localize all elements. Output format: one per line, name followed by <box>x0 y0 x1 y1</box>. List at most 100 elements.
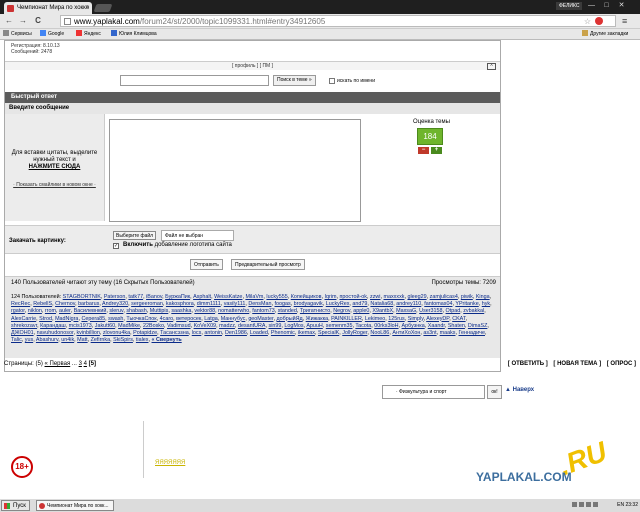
online-user-link[interactable]: madzz <box>219 323 235 329</box>
profile-button[interactable]: ФЕЛИКС <box>556 2 583 10</box>
online-user-link[interactable]: zzwi <box>370 294 380 300</box>
online-user-link[interactable]: Phenomic <box>271 330 295 336</box>
profile-links-text[interactable]: [ профиль ] [ ПМ ] <box>232 63 273 69</box>
bookmark-other[interactable]: Другие закладки <box>582 29 628 40</box>
maximize-icon[interactable]: □ <box>600 1 613 11</box>
online-user-link[interactable]: AlexeyDP <box>426 316 449 322</box>
online-user-link[interactable]: Xaandr <box>428 323 445 329</box>
reload-icon[interactable]: C <box>33 16 43 26</box>
online-user-link[interactable]: User3158 <box>419 308 442 314</box>
online-user-link[interactable]: vektor88 <box>194 308 215 314</box>
online-user-link[interactable]: KoVeX09 <box>194 323 216 329</box>
online-user-link[interactable]: ДЖОН01 <box>11 330 34 336</box>
online-user-link[interactable]: kakosphora <box>166 301 194 307</box>
online-user-link[interactable]: sleruv <box>109 308 123 314</box>
online-user-link[interactable]: Den1986 <box>225 330 247 336</box>
online-user-link[interactable]: Арбузнка <box>402 323 425 329</box>
language-indicator[interactable]: EN <box>617 502 624 508</box>
online-user-link[interactable]: Natalia68 <box>370 301 393 307</box>
tray-icon[interactable] <box>593 502 598 507</box>
first-page-link[interactable]: « Первая <box>45 361 71 367</box>
minimize-icon[interactable]: — <box>585 1 598 11</box>
online-user-link[interactable]: Simply <box>408 316 424 322</box>
online-user-link[interactable]: piwik <box>461 294 473 300</box>
online-user-link[interactable]: standed <box>278 308 297 314</box>
menu-icon[interactable]: ≡ <box>622 16 627 26</box>
online-user-link[interactable]: yus <box>25 337 33 343</box>
profile-links[interactable]: [ профиль ] [ ПМ ] ^ <box>5 61 500 70</box>
online-user-link[interactable]: Cepera85 <box>81 316 105 322</box>
online-user-link[interactable]: saashka <box>171 308 191 314</box>
site-logo[interactable]: YAPLAKAL.COM <box>476 470 572 484</box>
online-user-link[interactable]: as3nt <box>423 330 436 336</box>
online-user-link[interactable]: MaxsaG <box>396 308 416 314</box>
category-select[interactable]: · Физкультура и спорт <box>382 385 485 399</box>
online-user-link[interactable]: MadNigra <box>55 316 78 322</box>
online-user-link[interactable]: vasily111 <box>224 301 246 307</box>
rating-plus-button[interactable]: + <box>431 147 442 154</box>
choose-file-button[interactable]: Выберите файл <box>113 231 157 240</box>
online-user-link[interactable]: lucky555 <box>266 294 287 300</box>
collapse-users-link[interactable]: « Свернуть <box>152 337 182 343</box>
online-user-link[interactable]: RebellS <box>33 301 52 307</box>
online-user-link[interactable]: sergeeroman <box>131 301 163 307</box>
online-user-link[interactable]: JollyRoger <box>342 330 367 336</box>
online-user-link[interactable]: semenm35 <box>326 323 353 329</box>
scroll-up-icon[interactable]: ^ <box>487 63 496 70</box>
online-user-link[interactable]: apple0 <box>353 308 369 314</box>
bookmark-star-icon[interactable]: ☆ <box>584 16 591 27</box>
online-user-link[interactable]: Otpad <box>446 308 461 314</box>
online-user-link[interactable]: zvbakkal <box>463 308 484 314</box>
online-user-link[interactable]: 4caro <box>160 316 174 322</box>
online-user-link[interactable]: antonin <box>204 330 222 336</box>
preview-button[interactable]: Предварительный просмотр <box>231 259 305 270</box>
online-user-link[interactable]: Paterson <box>104 294 126 300</box>
online-user-link[interactable]: WeissKatze <box>214 294 242 300</box>
online-user-link[interactable]: fantomas04 <box>424 301 452 307</box>
online-user-link[interactable]: tialex <box>136 337 149 343</box>
online-user-link[interactable]: Lekimeo <box>365 316 385 322</box>
bookmark-yandex[interactable]: Яндекс <box>76 29 101 40</box>
online-user-link[interactable]: Iqrim <box>325 294 337 300</box>
reply-link[interactable]: [ ОТВЕТИТЬ ] <box>508 361 548 367</box>
online-user-link[interactable]: fantom73 <box>252 308 274 314</box>
online-user-link[interactable]: auler <box>59 308 71 314</box>
online-user-link[interactable]: 125rus <box>388 316 404 322</box>
online-user-link[interactable]: Shaten <box>448 323 465 329</box>
online-user-link[interactable]: Tacota <box>355 323 371 329</box>
online-user-link[interactable]: andrey110 <box>396 301 421 307</box>
new-tab-button[interactable] <box>93 4 113 12</box>
message-textarea[interactable] <box>109 119 361 222</box>
online-user-link[interactable]: Копейщиков <box>291 294 322 300</box>
online-user-link[interactable]: DensMan <box>248 301 271 307</box>
online-user-link[interactable]: ikemax <box>298 330 315 336</box>
online-user-link[interactable]: Talic <box>11 337 22 343</box>
search-by-name-checkbox[interactable] <box>329 78 335 84</box>
online-user-link[interactable]: Карандаш <box>40 323 66 329</box>
online-user-link[interactable]: shabash <box>126 308 146 314</box>
search-button[interactable]: Поиск в теме » <box>273 75 316 86</box>
online-user-link[interactable]: maxxxxk <box>384 294 405 300</box>
bookmark-services[interactable]: Сервисы <box>3 29 32 40</box>
online-user-link[interactable]: brodyagavik <box>294 301 323 307</box>
poll-link[interactable]: [ ОПРОС ] <box>607 361 636 367</box>
online-user-link[interactable]: LuckyRex <box>326 301 350 307</box>
online-user-link[interactable]: niklon <box>28 308 42 314</box>
browser-tab[interactable]: Чемпионат Мира по хокке × <box>4 2 92 14</box>
start-button[interactable]: Пуск <box>1 500 30 511</box>
online-user-link[interactable]: LogMos <box>284 323 303 329</box>
online-user-link[interactable]: Тригатнисто <box>300 308 330 314</box>
back-arrow-icon[interactable]: ← <box>4 16 14 26</box>
online-user-link[interactable]: Тасансэзна <box>160 330 189 336</box>
online-user-link[interactable]: Маннубус <box>221 316 246 322</box>
online-user-link[interactable]: 00rks3loH <box>374 323 398 329</box>
online-user-link[interactable]: CKAT <box>452 316 465 322</box>
online-user-link[interactable]: Abashurv <box>36 337 58 343</box>
tray-icon[interactable] <box>572 502 577 507</box>
online-user-link[interactable]: Negrov <box>333 308 350 314</box>
online-user-link[interactable]: добрыйЯд <box>276 316 302 322</box>
online-user-link[interactable]: nomatterwho <box>218 308 249 314</box>
address-bar[interactable]: www.yaplakal.com/forum24/st/2000/topic10… <box>60 15 616 27</box>
back-to-top-link[interactable]: ▲ Наверх <box>505 387 534 393</box>
online-user-link[interactable]: STAGBORTNIK <box>63 294 101 300</box>
